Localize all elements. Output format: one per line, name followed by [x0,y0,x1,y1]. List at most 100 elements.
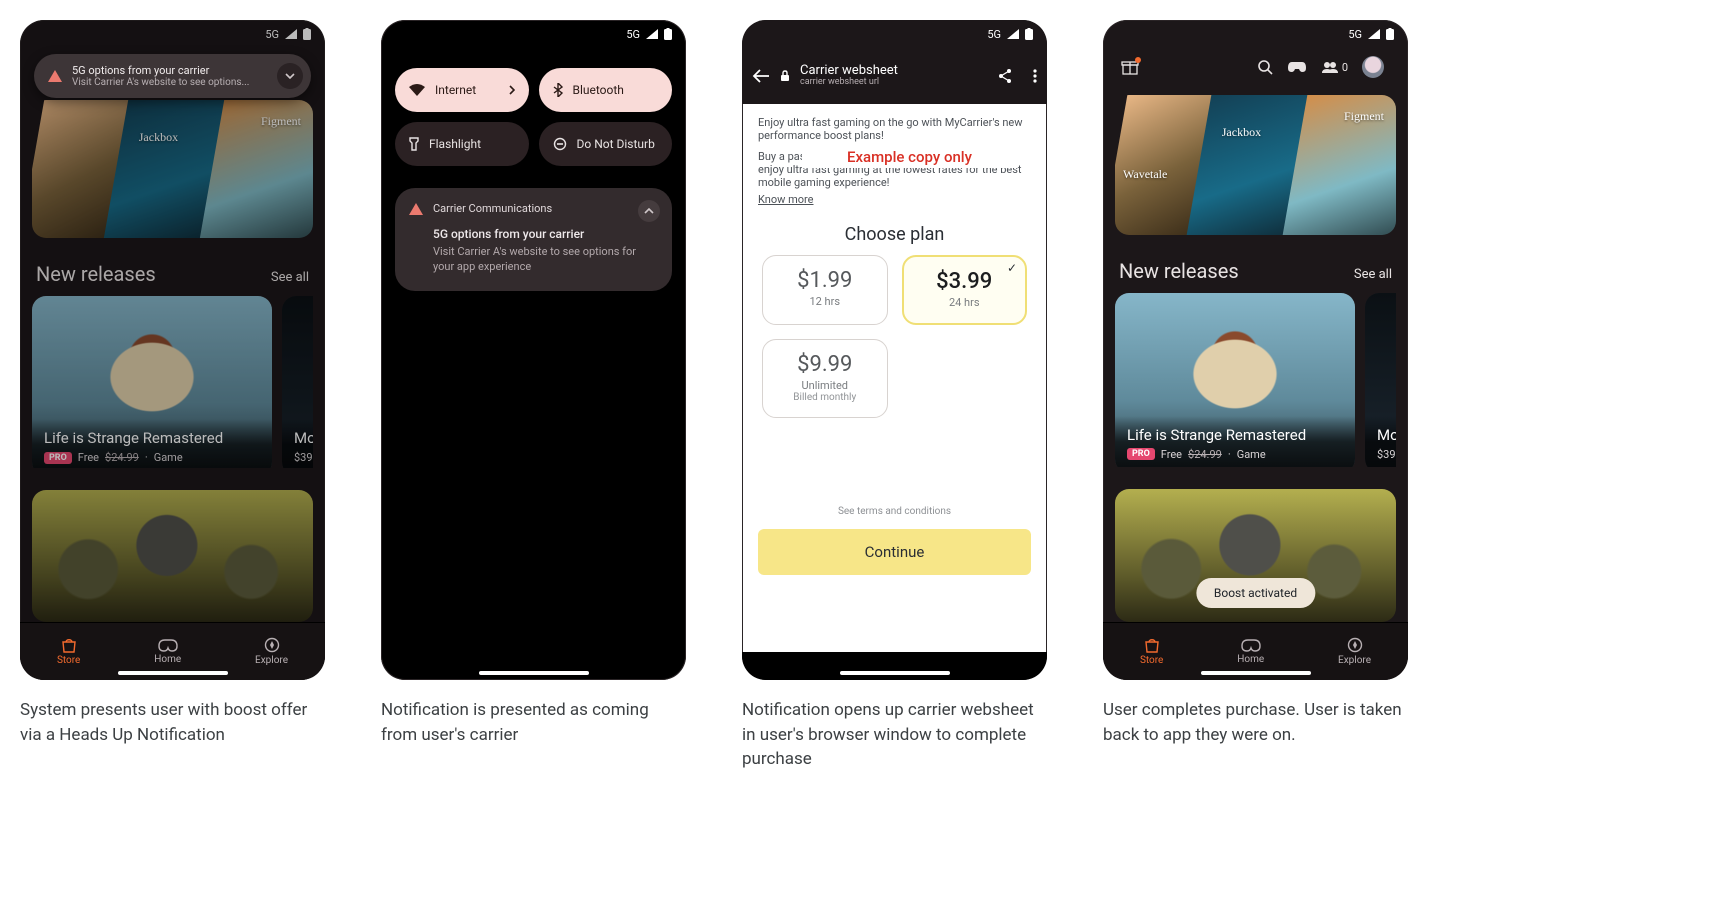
qs-internet-tile[interactable]: Internet [395,68,529,112]
websheet-url: carrier websheet url [800,78,898,88]
game-card[interactable]: Life is Strange Remastered PRO Free $24.… [1115,293,1355,467]
chevron-right-icon [509,85,515,95]
know-more-link[interactable]: Know more [758,193,814,206]
plan-option[interactable]: $1.99 12 hrs [762,255,888,325]
caption: Notification opens up carrier websheet i… [742,698,1047,772]
category-label: Game [1237,448,1266,461]
section-title: New releases [1119,259,1239,283]
battery-icon [1386,28,1394,40]
notification-app-name: Carrier Communications [433,202,552,215]
carousel-label-b: Jackbox [1222,125,1261,140]
plan-duration: 12 hrs [771,295,879,308]
notification-body: Visit Carrier A's website to see options… [72,77,249,88]
new-releases-scroll[interactable]: Life is Strange Remastered PRO Free $24.… [1115,293,1396,467]
home-icon [1240,638,1262,652]
nav-explore[interactable]: Explore [1338,637,1371,666]
check-icon: ✓ [1007,261,1017,275]
terms-link[interactable]: See terms and conditions [742,506,1047,517]
signal-icon [646,29,658,39]
notification-title: 5G options from your carrier [72,64,249,77]
old-price: $24.99 [1188,448,1222,461]
back-icon[interactable] [752,69,770,83]
expand-chevron-icon[interactable] [277,63,303,89]
continue-button[interactable]: Continue [758,529,1031,575]
collapse-chevron-icon[interactable] [638,200,660,222]
plan-duration: Unlimited [771,379,879,392]
phone-screen-3: 5G Carrier websheet carrier websheet url… [742,20,1047,680]
qs-bluetooth-tile[interactable]: Bluetooth [539,68,673,112]
friends-count[interactable]: 0 [1321,61,1348,74]
statusbar: 5G [1103,20,1408,48]
plan-option-selected[interactable]: ✓ $3.99 24 hrs [902,255,1028,325]
websheet-body: Enjoy ultra fast gaming on the go with M… [742,104,1047,206]
phone-screen-1: 5G 5G options from your carrier Visit Ca… [20,20,325,680]
choose-plan-heading: Choose plan [742,224,1047,245]
store-topbar: 0 [1115,48,1396,87]
plan-option[interactable]: $9.99 Unlimited Billed monthly [762,339,888,418]
intro-para-1: Enjoy ultra fast gaming on the go with M… [758,116,1031,142]
carrier-triangle-icon [409,203,423,215]
flashlight-icon [409,137,419,151]
free-label: Free [1161,448,1182,461]
plan-billing: Billed monthly [771,392,879,403]
carrier-triangle-icon [48,70,62,82]
battery-icon [664,28,672,40]
gesture-bar[interactable] [479,671,589,675]
qs-flashlight-tile[interactable]: Flashlight [395,122,529,166]
network-label: 5G [987,28,1001,41]
gesture-bar[interactable] [118,671,228,675]
price: $39.99 [1377,448,1396,461]
caption: System presents user with boost offer vi… [20,698,325,747]
home-icon [157,638,179,652]
websheet-title: Carrier websheet [800,64,898,78]
nav-store[interactable]: Store [1140,637,1163,666]
wifi-icon [409,84,425,96]
phone-screen-2: 5G Internet Bluetooth Flashlight [381,20,686,680]
game-card[interactable]: Moto $39.99 [1365,293,1396,467]
nav-home[interactable]: Home [154,638,181,665]
nav-explore[interactable]: Explore [255,637,288,666]
example-copy-overlay: Example copy only [802,146,1017,168]
plan-price: $9.99 [771,352,879,377]
notification-card[interactable]: Carrier Communications 5G options from y… [395,188,672,291]
gesture-bar[interactable] [840,671,950,675]
dnd-icon [553,137,567,151]
search-icon[interactable] [1257,59,1273,75]
statusbar: 5G [381,20,686,48]
game-title: Life is Strange Remastered [1127,426,1343,444]
pro-badge: PRO [1127,448,1155,460]
battery-icon [1025,28,1033,40]
signal-icon [1007,29,1019,39]
network-label: 5G [626,28,640,41]
store-icon [1143,637,1161,653]
avatar[interactable] [1362,56,1384,78]
phone-screen-4: 5G 0 [1103,20,1408,680]
signal-icon [1368,29,1380,39]
bluetooth-icon [553,83,563,97]
carousel-label-c: Figment [1344,109,1384,124]
controller-icon[interactable] [1287,60,1307,74]
nav-store[interactable]: Store [57,637,80,666]
quick-settings-grid: Internet Bluetooth Flashlight Do Not Dis… [395,68,672,166]
dim-overlay [20,20,325,680]
plan-duration: 24 hrs [912,296,1018,309]
overflow-icon[interactable] [1033,69,1037,83]
system-nav-bar [742,652,1047,680]
lock-icon [780,70,790,82]
caption: Notification is presented as coming from… [381,698,686,747]
notification-title: 5G options from your carrier [433,227,658,241]
gesture-bar[interactable] [1201,671,1311,675]
see-all-link[interactable]: See all [1354,267,1392,282]
toast-boost-activated: Boost activated [1196,578,1315,608]
explore-icon [1347,637,1363,653]
statusbar: 5G [742,20,1047,48]
gift-icon[interactable] [1121,59,1139,75]
caption: User completes purchase. User is taken b… [1103,698,1408,747]
hero-carousel[interactable]: Wavetale Jackbox Figment [1115,95,1396,235]
qs-dnd-tile[interactable]: Do Not Disturb [539,122,673,166]
store-icon [60,637,78,653]
heads-up-notification[interactable]: 5G options from your carrier Visit Carri… [34,54,311,98]
websheet-appbar: Carrier websheet carrier websheet url [742,48,1047,104]
nav-home[interactable]: Home [1237,638,1264,665]
share-icon[interactable] [997,68,1013,84]
